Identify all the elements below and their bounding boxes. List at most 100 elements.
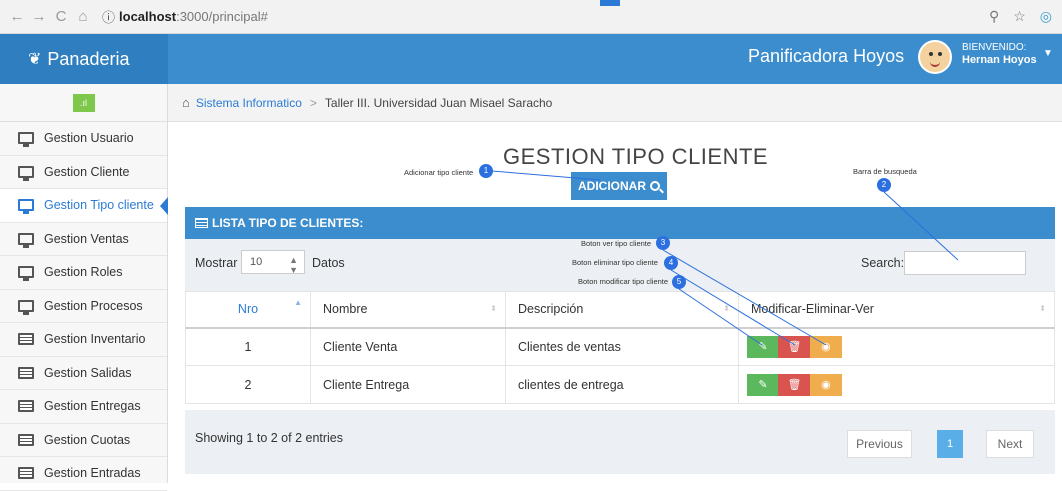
list-icon: [18, 433, 34, 446]
info-icon: ⓘ: [102, 10, 116, 25]
monitor-icon: [18, 299, 34, 315]
sidebar-item[interactable]: Gestion Inventario: [0, 323, 167, 357]
delete-button[interactable]: 🗑: [778, 373, 811, 396]
brand[interactable]: ❦ Panaderia: [0, 34, 168, 84]
cell-descripcion: clientes de entrega: [505, 365, 739, 404]
page-title: GESTION TIPO CLIENTE: [503, 144, 769, 169]
home-icon[interactable]: ⌂: [72, 8, 94, 25]
sidebar-item[interactable]: Gestion Usuario: [0, 122, 167, 156]
list-icon: [18, 333, 34, 346]
page-1-button[interactable]: 1: [937, 430, 963, 458]
annotation-label-4: Boton eliminar tipo cliente: [572, 258, 658, 267]
previous-button[interactable]: Previous: [847, 430, 912, 458]
browser-toolbar: ← → C ⌂ ⓘ localhost :3000/principal# ⚲ ☆…: [0, 0, 1062, 34]
sidebar-item[interactable]: Gestion Entregas: [0, 390, 167, 424]
table-row: 1 Cliente Venta Clientes de ventas ✎ 🗑 ◉: [185, 327, 1055, 366]
sidebar-item[interactable]: Gestion Roles: [0, 256, 167, 290]
avatar[interactable]: [918, 40, 952, 74]
panel-title: LISTA TIPO DE CLIENTES:: [212, 216, 364, 230]
cell-nro: 1: [185, 327, 311, 366]
home-icon[interactable]: ⌂: [182, 95, 190, 110]
cell-actions: ✎ 🗑 ◉: [738, 365, 1055, 404]
column-header-actions[interactable]: Modificar-Eliminar-Ver ⬍: [738, 291, 1055, 329]
cell-nombre: Cliente Entrega: [310, 365, 506, 404]
sidebar-header: .ıl: [0, 84, 167, 122]
sidebar-item-label: Gestion Ventas: [44, 231, 129, 246]
extension-circle-icon[interactable]: ◎: [1040, 8, 1052, 25]
browser-actions: ⚲ ☆ ◎: [989, 8, 1052, 25]
signal-icon[interactable]: .ıl: [72, 93, 95, 112]
sidebar-item-label: Gestion Roles: [44, 265, 123, 280]
monitor-icon: [18, 132, 34, 148]
view-button[interactable]: ◉: [809, 335, 842, 358]
delete-button[interactable]: 🗑: [778, 335, 811, 358]
sidebar-item-label: Gestion Inventario: [44, 332, 146, 347]
sidebar-list: Gestion Usuario Gestion Cliente Gestion Ti…: [0, 122, 168, 491]
cell-descripcion: Clientes de ventas: [505, 327, 739, 366]
next-button[interactable]: Next: [986, 430, 1034, 458]
breadcrumb-current: Taller III. Universidad Juan Misael Sara…: [324, 95, 553, 110]
cell-actions: ✎ 🗑 ◉: [738, 327, 1055, 366]
sidebar-item[interactable]: Gestion Salidas: [0, 357, 167, 390]
table-row: 2 Cliente Entrega clientes de entrega ✎ …: [185, 365, 1055, 404]
annotation-badge-5: 5: [672, 275, 686, 289]
welcome-label: BIENVENIDO:: [962, 42, 1027, 53]
table-footer: Showing 1 to 2 of 2 entries Previous 1 N…: [185, 410, 1055, 474]
extension-icon[interactable]: ⚲: [989, 8, 999, 25]
sidebar-item[interactable]: Gestion Procesos: [0, 290, 167, 323]
annotation-label-5: Boton modificar tipo cliente: [578, 277, 669, 286]
edit-button[interactable]: ✎: [747, 335, 779, 358]
column-header-label: Descripción: [518, 302, 584, 317]
reload-icon[interactable]: C: [50, 8, 72, 25]
sidebar-item[interactable]: Gestion Cliente: [0, 156, 167, 189]
column-header-nombre[interactable]: Nombre ⬍: [310, 291, 506, 329]
edit-button[interactable]: ✎: [747, 373, 779, 396]
sidebar-item-label: Gestion Cuotas: [44, 432, 131, 447]
bookmark-star-icon[interactable]: ☆: [1013, 8, 1026, 25]
breadcrumb-link[interactable]: Sistema Informatico: [196, 96, 302, 110]
monitor-icon: [18, 232, 34, 248]
monitor-icon: [18, 266, 34, 282]
column-header-label: Nro: [237, 302, 259, 317]
list-icon: [18, 467, 34, 480]
add-button-label: ADICIONAR: [578, 179, 646, 193]
sort-asc-icon: ▲: [294, 298, 302, 307]
sidebar-item-label: Gestion Usuario: [44, 131, 134, 146]
top-navbar: ❦ Panaderia Panificadora Hoyos BIENVENID…: [0, 34, 1062, 84]
breadcrumb-separator: >: [309, 95, 317, 110]
search-input[interactable]: [904, 251, 1026, 275]
address-bar[interactable]: ⓘ localhost :3000/principal#: [102, 7, 268, 26]
table-header-row: Nro ▲ Nombre ⬍ Descripción ⬍ Modificar-Elim…: [185, 291, 1055, 329]
data-table: Nro ▲ Nombre ⬍ Descripción ⬍ Modificar-Elim…: [185, 291, 1055, 404]
sort-icon: ⬍: [1039, 304, 1046, 313]
company-name: Panificadora Hoyos: [748, 46, 905, 66]
annotation-badge-2: 2: [877, 178, 891, 192]
column-header-descripcion[interactable]: Descripción ⬍: [505, 291, 739, 329]
search-label: Search:: [861, 256, 905, 270]
forward-icon[interactable]: →: [28, 8, 50, 25]
user-name[interactable]: Hernan Hoyos: [962, 54, 1037, 66]
sidebar-item[interactable]: Gestion Tipo cliente: [0, 189, 168, 223]
leaf-icon: ❦: [28, 51, 42, 68]
sidebar-item[interactable]: Gestion Ventas: [0, 223, 167, 256]
sidebar-item[interactable]: Gestion Cuotas: [0, 424, 167, 457]
annotation-badge-1: 1: [479, 164, 493, 178]
chevron-down-icon[interactable]: ▼: [1043, 48, 1053, 59]
page-size-select[interactable]: 10 ▲ ▼: [241, 250, 305, 275]
panel-header: LISTA TIPO DE CLIENTES:: [185, 207, 1055, 239]
url-host: localhost: [119, 9, 177, 24]
annotation-label-2: Barra de busqueda: [853, 167, 917, 176]
sidebar-item[interactable]: Gestion Entradas: [0, 457, 167, 491]
column-header-label: Nombre: [323, 302, 368, 317]
annotation-label-3: Boton ver tipo cliente: [581, 239, 652, 248]
annotation-label-1: Adicionar tipo cliente: [404, 168, 474, 177]
column-header-nro[interactable]: Nro ▲: [185, 291, 311, 329]
back-icon[interactable]: ←: [6, 8, 28, 25]
brand-label: Panaderia: [47, 48, 130, 69]
view-button[interactable]: ◉: [809, 373, 842, 396]
breadcrumb: ⌂ Sistema Informatico > Taller III. Univ…: [168, 84, 1062, 122]
add-button[interactable]: ADICIONAR: [571, 172, 667, 200]
search-plus-icon: [650, 181, 660, 191]
select-arrows-icon: ▲ ▼: [289, 255, 298, 275]
sidebar-item-label: Gestion Cliente: [44, 164, 130, 179]
